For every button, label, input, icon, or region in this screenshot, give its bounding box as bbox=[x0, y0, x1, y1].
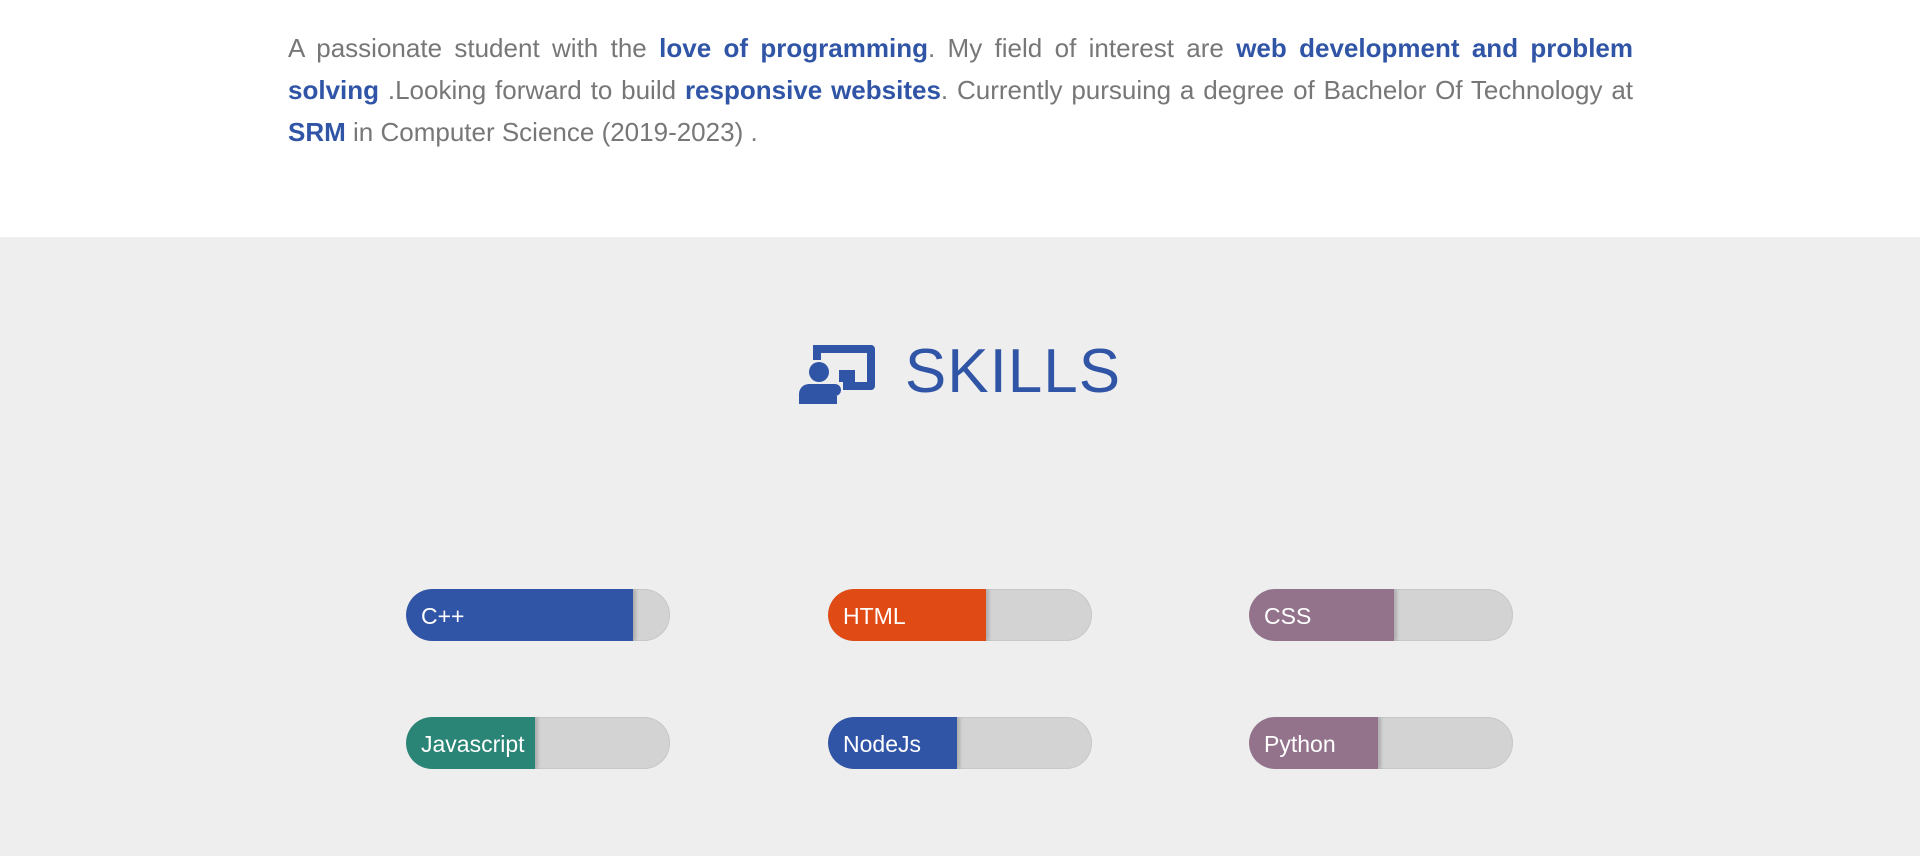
skill-label: Python bbox=[1264, 731, 1336, 757]
about-section: A passionate student with the love of pr… bbox=[0, 0, 1920, 237]
skills-section: SKILLS C++ HTML CSS Javascript NodeJs Py… bbox=[0, 237, 1920, 856]
skill-bar-nodejs: NodeJs bbox=[828, 717, 1092, 769]
skill-bar-html: HTML bbox=[828, 589, 1092, 641]
about-text: . My field of interest are bbox=[927, 33, 1237, 63]
chalkboard-teacher-icon bbox=[798, 345, 875, 404]
skill-label: C++ bbox=[421, 603, 465, 629]
about-text: . Currently pursuing a degree of Bachelo… bbox=[940, 75, 1634, 105]
skill-bar-python: Python bbox=[1249, 717, 1513, 769]
about-text: in Computer Science (2019-2023) . bbox=[345, 117, 758, 147]
about-highlight: SRM bbox=[288, 117, 346, 147]
skills-title: SKILLS bbox=[904, 337, 1122, 406]
about-text: A passionate student with the bbox=[288, 33, 660, 63]
skill-label: CSS bbox=[1264, 603, 1312, 629]
about-highlight: responsive websites bbox=[684, 75, 941, 105]
skill-bar-javascript: Javascript bbox=[406, 717, 670, 769]
skills-heading: SKILLS bbox=[0, 332, 1920, 412]
skill-bar-cpp: C++ bbox=[406, 589, 670, 641]
about-paragraph: A passionate student with the love of pr… bbox=[288, 27, 1633, 153]
about-highlight: love of programming bbox=[659, 33, 928, 63]
skill-label: NodeJs bbox=[843, 731, 921, 757]
skill-label: Javascript bbox=[421, 731, 525, 757]
about-text: .Looking forward to build bbox=[379, 75, 685, 105]
skill-bar-css: CSS bbox=[1249, 589, 1513, 641]
skill-label: HTML bbox=[843, 603, 906, 629]
